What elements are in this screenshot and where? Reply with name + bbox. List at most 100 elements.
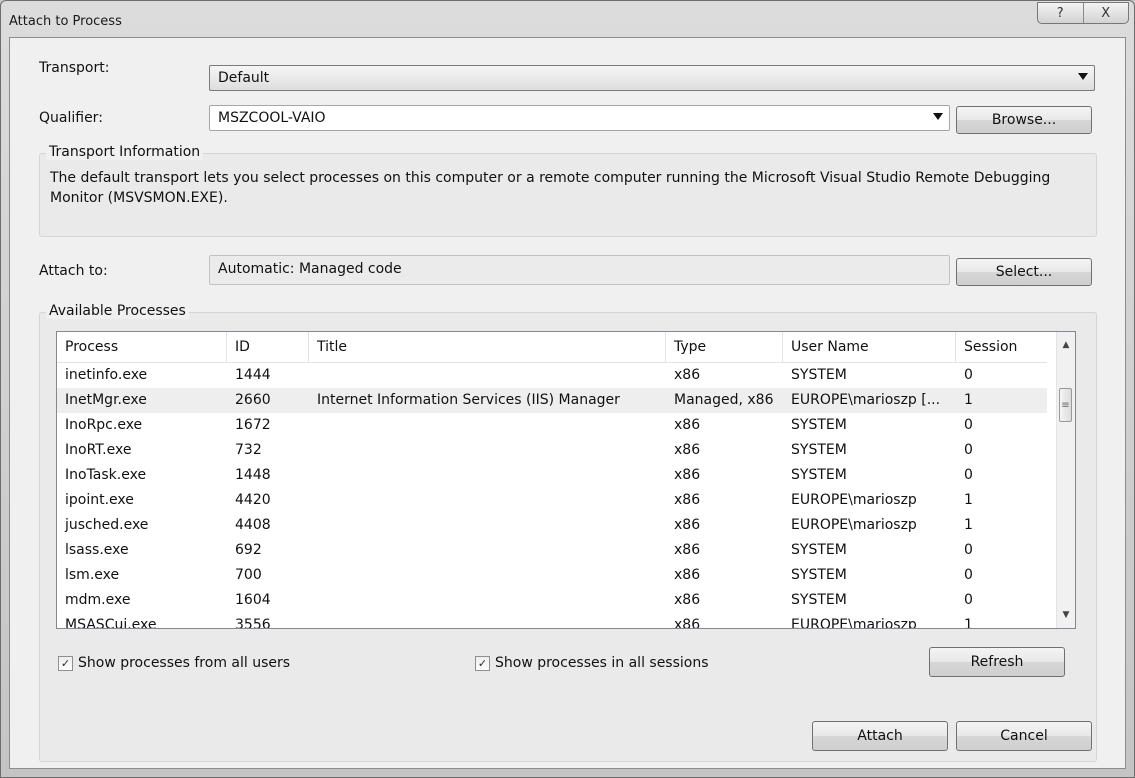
process-row[interactable]: InoRT.exe 732 x86 SYSTEM 0 — [57, 438, 1047, 463]
cell-id: 2660 — [235, 392, 271, 408]
process-row[interactable]: mdm.exe 1604 x86 SYSTEM 0 — [57, 588, 1047, 613]
cell-id: 4408 — [235, 517, 271, 533]
qualifier-combobox[interactable]: MSZCOOL-VAIO — [209, 105, 950, 131]
process-row[interactable]: InetMgr.exe 2660 Internet Information Serv… — [57, 388, 1047, 413]
transport-label: Transport: — [39, 60, 110, 76]
cell-title — [309, 563, 666, 588]
browse-button[interactable]: Browse... — [956, 106, 1092, 134]
qualifier-label: Qualifier: — [39, 110, 103, 126]
column-header-process[interactable]: Process — [57, 332, 227, 362]
cell-session: 0 — [964, 417, 973, 433]
cell-process: ipoint.exe — [65, 492, 134, 508]
cell-process: jusched.exe — [65, 517, 149, 533]
cell-title — [309, 613, 666, 628]
cell-id: 1604 — [235, 592, 271, 608]
process-list[interactable]: Process ID Title Type User Name Session … — [56, 331, 1076, 629]
cell-session: 1 — [964, 392, 973, 408]
cell-user-name: SYSTEM — [791, 442, 847, 458]
column-header-user-name[interactable]: User Name — [783, 332, 956, 362]
dialog-title: Attach to Process — [9, 14, 122, 29]
chevron-down-icon — [933, 113, 943, 120]
refresh-button[interactable]: Refresh — [929, 647, 1065, 677]
column-header-type[interactable]: Type — [666, 332, 783, 362]
cell-process: InetMgr.exe — [65, 392, 147, 408]
attach-button[interactable]: Attach — [812, 721, 948, 751]
chevron-down-icon — [1078, 73, 1088, 80]
process-list-header: Process ID Title Type User Name Session — [57, 332, 1047, 363]
cell-type: x86 — [674, 442, 701, 458]
cell-type: x86 — [674, 517, 701, 533]
column-header-title[interactable]: Title — [309, 332, 666, 362]
cell-user-name: EUROPE\marioszp — [791, 517, 917, 533]
cell-session: 0 — [964, 567, 973, 583]
cell-title — [309, 463, 666, 488]
cell-user-name: SYSTEM — [791, 567, 847, 583]
cell-session: 1 — [964, 492, 973, 508]
cell-user-name: EUROPE\marioszp — [791, 492, 917, 508]
cell-id: 732 — [235, 442, 262, 458]
cell-title — [309, 588, 666, 613]
process-row[interactable]: InoTask.exe 1448 x86 SYSTEM 0 — [57, 463, 1047, 488]
cell-session: 0 — [964, 542, 973, 558]
title-bar: Attach to Process ? X — [1, 1, 1134, 37]
cell-id: 1444 — [235, 367, 271, 383]
process-row[interactable]: MSASCui.exe 3556 x86 EUROPE\marioszp 1 — [57, 613, 1047, 629]
cell-id: 700 — [235, 567, 262, 583]
process-row[interactable]: jusched.exe 4408 x86 EUROPE\marioszp 1 — [57, 513, 1047, 538]
cancel-button[interactable]: Cancel — [956, 721, 1092, 751]
qualifier-value: MSZCOOL-VAIO — [218, 110, 326, 126]
cell-process: MSASCui.exe — [65, 617, 157, 629]
cell-session: 1 — [964, 517, 973, 533]
cell-session: 0 — [964, 367, 973, 383]
cell-type: x86 — [674, 617, 701, 629]
show-all-users-checkbox[interactable]: ✓ Show processes from all users — [58, 655, 290, 671]
cell-id: 1672 — [235, 417, 271, 433]
dialog-client-area: Transport: Default Qualifier: MSZCOOL-VA… — [9, 37, 1126, 769]
window-buttons: ? X — [1037, 2, 1129, 24]
cell-title — [309, 363, 666, 388]
cell-session: 1 — [964, 617, 973, 629]
select-button[interactable]: Select... — [956, 258, 1092, 286]
process-row[interactable]: lsass.exe 692 x86 SYSTEM 0 — [57, 538, 1047, 563]
cell-title — [309, 538, 666, 563]
help-icon[interactable]: ? — [1038, 3, 1083, 23]
scroll-up-icon[interactable]: ▲ — [1057, 336, 1075, 354]
cell-type: x86 — [674, 367, 701, 383]
checkmark-icon[interactable]: ✓ — [475, 655, 490, 671]
vertical-scrollbar[interactable]: ▲ ≡ ▼ — [1056, 332, 1075, 628]
close-icon[interactable]: X — [1082, 3, 1129, 23]
attach-to-label: Attach to: — [39, 263, 108, 279]
cell-user-name: EUROPE\marioszp [... — [791, 392, 941, 408]
cell-process: InoRT.exe — [65, 442, 132, 458]
scroll-thumb[interactable]: ≡ — [1059, 388, 1072, 422]
process-row[interactable]: inetinfo.exe 1444 x86 SYSTEM 0 — [57, 363, 1047, 388]
checkmark-icon[interactable]: ✓ — [58, 655, 73, 671]
cell-title: Internet Information Services (IIS) Mana… — [317, 392, 620, 408]
attach-to-value: Automatic: Managed code — [218, 261, 402, 277]
show-all-users-label: Show processes from all users — [78, 655, 291, 671]
cell-user-name: SYSTEM — [791, 592, 847, 608]
cell-type: Managed, x86 — [674, 392, 774, 408]
column-header-id[interactable]: ID — [227, 332, 309, 362]
process-row[interactable]: lsm.exe 700 x86 SYSTEM 0 — [57, 563, 1047, 588]
cell-session: 0 — [964, 442, 973, 458]
column-header-session[interactable]: Session — [956, 332, 1047, 362]
cell-process: InoTask.exe — [65, 467, 147, 483]
cell-type: x86 — [674, 592, 701, 608]
cell-type: x86 — [674, 542, 701, 558]
cell-title — [309, 413, 666, 438]
available-processes-title: Available Processes — [46, 303, 189, 319]
process-row[interactable]: ipoint.exe 4420 x86 EUROPE\marioszp 1 — [57, 488, 1047, 513]
scroll-down-icon[interactable]: ▼ — [1057, 606, 1075, 624]
transport-dropdown[interactable]: Default — [209, 65, 1095, 91]
cell-user-name: SYSTEM — [791, 542, 847, 558]
cell-session: 0 — [964, 467, 973, 483]
cell-id: 692 — [235, 542, 262, 558]
show-all-sessions-checkbox[interactable]: ✓ Show processes in all sessions — [475, 655, 709, 671]
available-processes-group: Available Processes Process ID Title Typ… — [39, 303, 1097, 762]
process-row[interactable]: InoRpc.exe 1672 x86 SYSTEM 0 — [57, 413, 1047, 438]
cell-user-name: SYSTEM — [791, 367, 847, 383]
transport-value: Default — [218, 70, 270, 86]
cell-process: inetinfo.exe — [65, 367, 148, 383]
cell-process: InoRpc.exe — [65, 417, 143, 433]
